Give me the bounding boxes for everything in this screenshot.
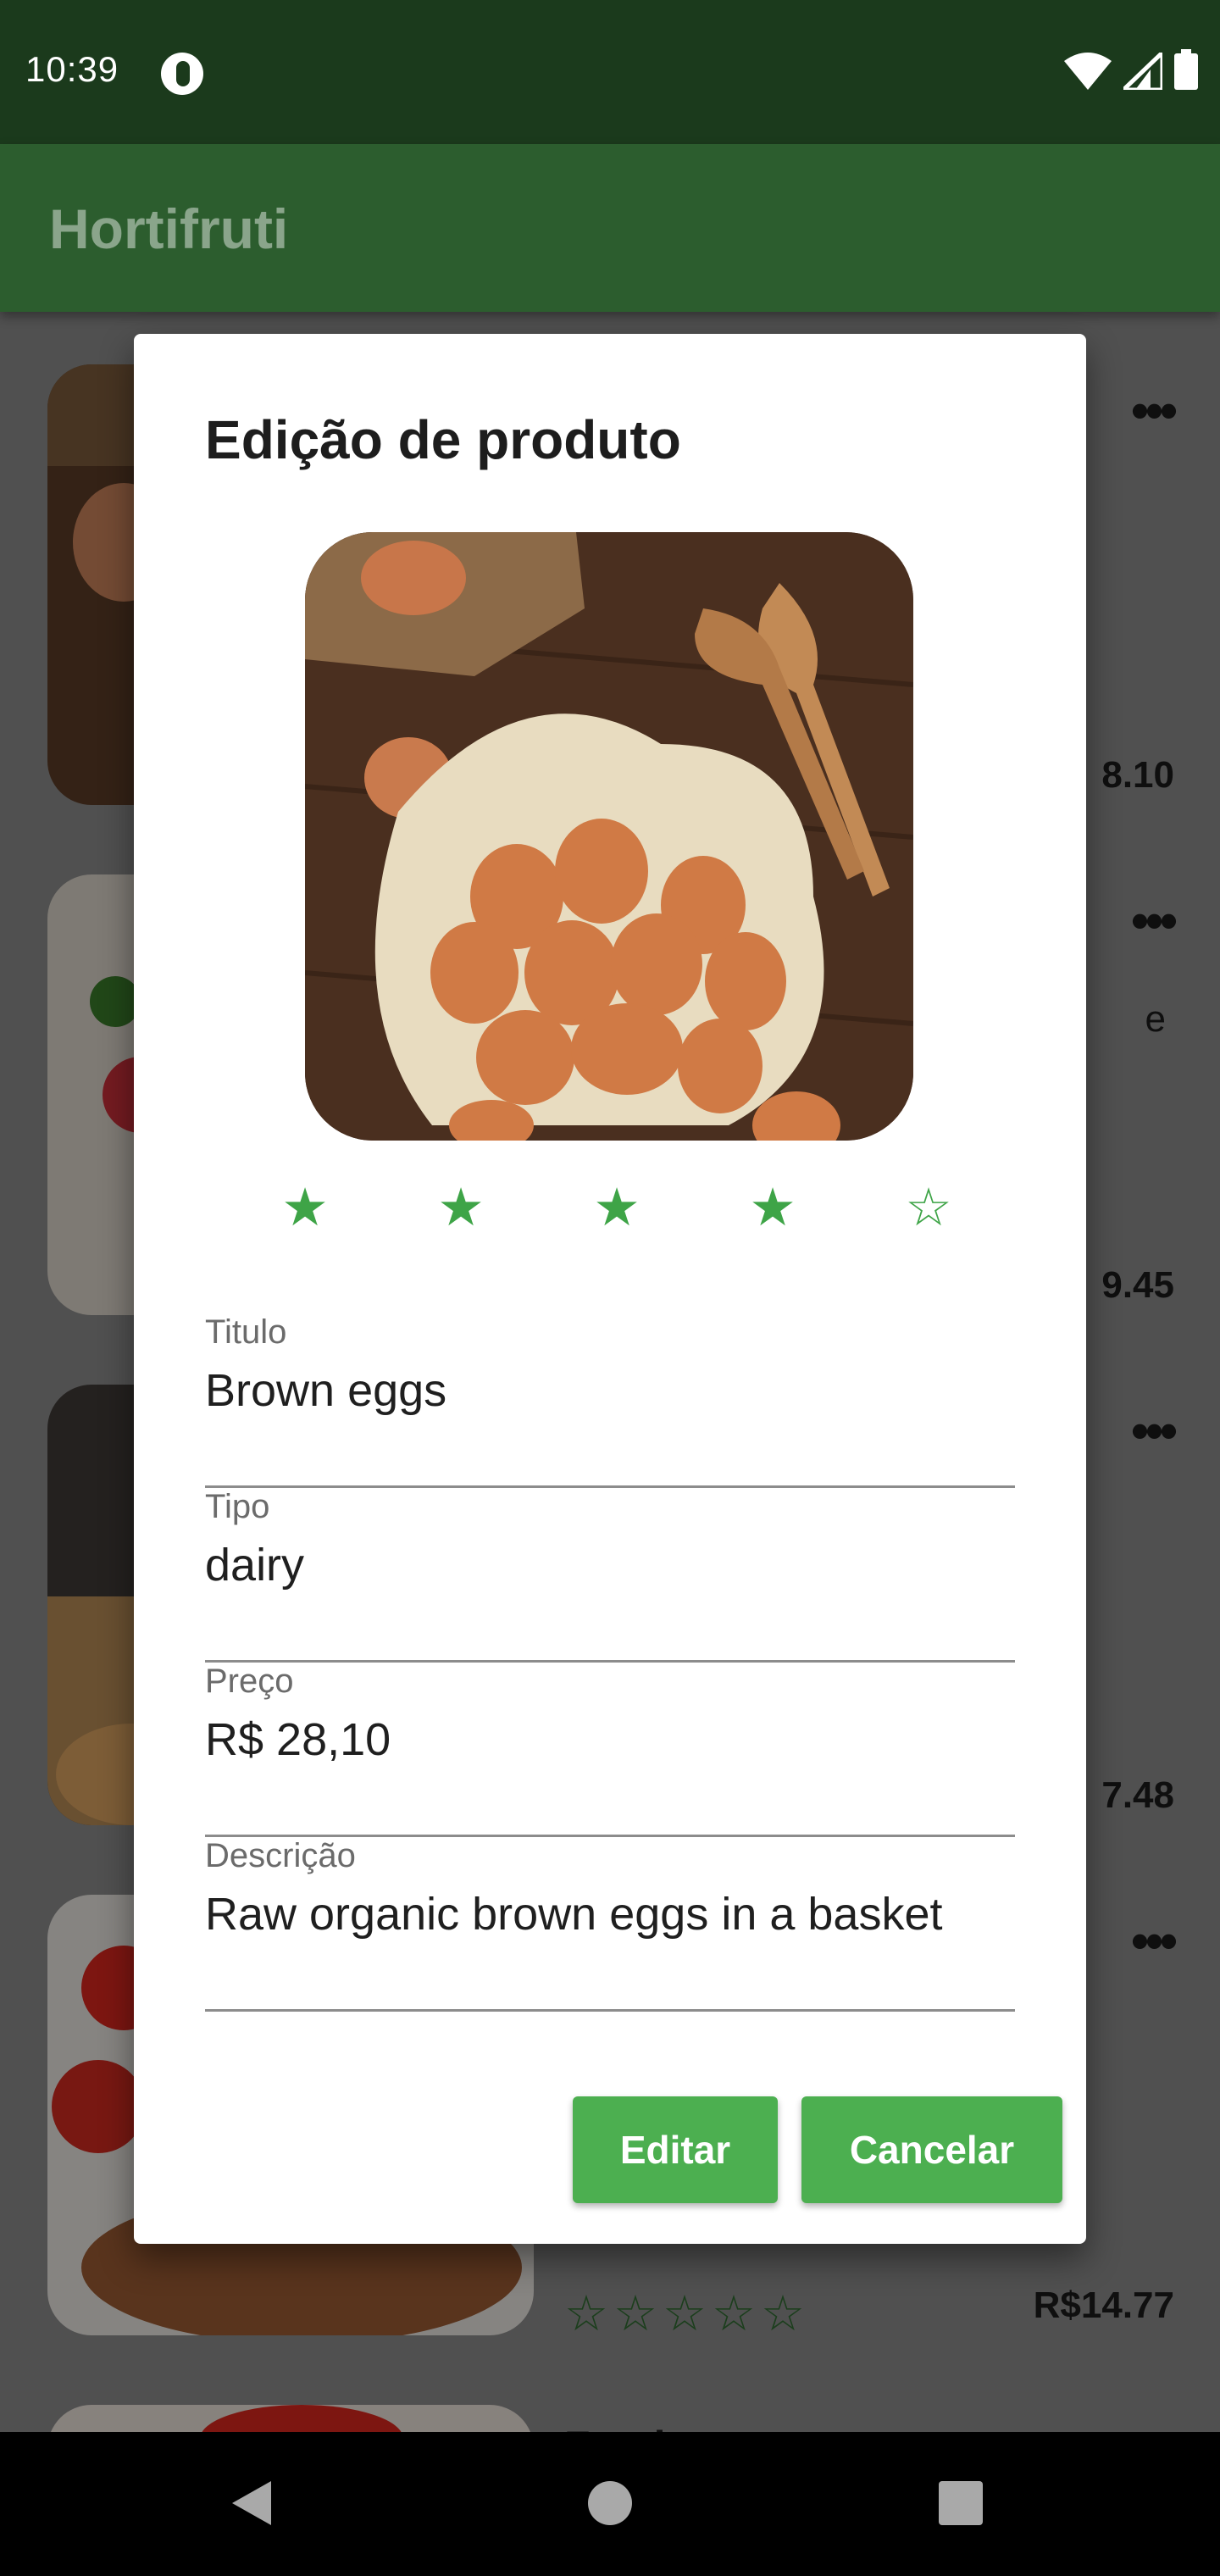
rating-bar[interactable]: ★ ★ ★ ★ ☆ — [278, 1181, 956, 1235]
price-field-value[interactable]: R$ 28,10 — [205, 1713, 391, 1766]
back-icon[interactable] — [232, 2481, 271, 2525]
description-field-value[interactable]: Raw organic brown eggs in a basket — [205, 1888, 943, 1940]
status-icons — [1064, 49, 1198, 90]
wifi-icon — [1064, 53, 1112, 90]
app-bar: Hortifruti — [0, 144, 1220, 312]
star-filled-icon[interactable]: ★ — [434, 1181, 488, 1235]
battery-icon — [1174, 49, 1198, 90]
price-field-label: Preço — [205, 1663, 294, 1700]
notification-app-icon — [161, 53, 203, 95]
product-image[interactable] — [305, 532, 913, 1141]
edit-button[interactable]: Editar — [573, 2096, 778, 2203]
app-title: Hortifruti — [49, 197, 289, 260]
edit-product-dialog: Edição de produto ★ ★ ★ ★ ☆ Titulo Brown… — [134, 334, 1086, 2244]
status-bar: 10:39 — [0, 0, 1220, 144]
type-field-value[interactable]: dairy — [205, 1539, 304, 1591]
price-field[interactable]: Preço R$ 28,10 — [205, 1663, 1015, 1837]
dialog-title: Edição de produto — [205, 409, 681, 470]
title-field[interactable]: Titulo Brown eggs — [205, 1313, 1015, 1488]
star-filled-icon[interactable]: ★ — [590, 1181, 644, 1235]
type-field-label: Tipo — [205, 1488, 270, 1525]
home-icon[interactable] — [588, 2481, 632, 2525]
title-field-label: Titulo — [205, 1313, 287, 1351]
title-field-value[interactable]: Brown eggs — [205, 1364, 446, 1417]
cancel-button[interactable]: Cancelar — [801, 2096, 1062, 2203]
status-time: 10:39 — [25, 49, 119, 89]
star-outline-icon[interactable]: ☆ — [901, 1181, 956, 1235]
type-field[interactable]: Tipo dairy — [205, 1488, 1015, 1663]
description-field-label: Descrição — [205, 1837, 356, 1874]
star-filled-icon[interactable]: ★ — [278, 1181, 332, 1235]
recent-apps-icon[interactable] — [939, 2481, 983, 2525]
cellular-signal-icon — [1123, 53, 1162, 90]
description-field[interactable]: Descrição Raw organic brown eggs in a ba… — [205, 1837, 1015, 2012]
star-filled-icon[interactable]: ★ — [746, 1181, 800, 1235]
